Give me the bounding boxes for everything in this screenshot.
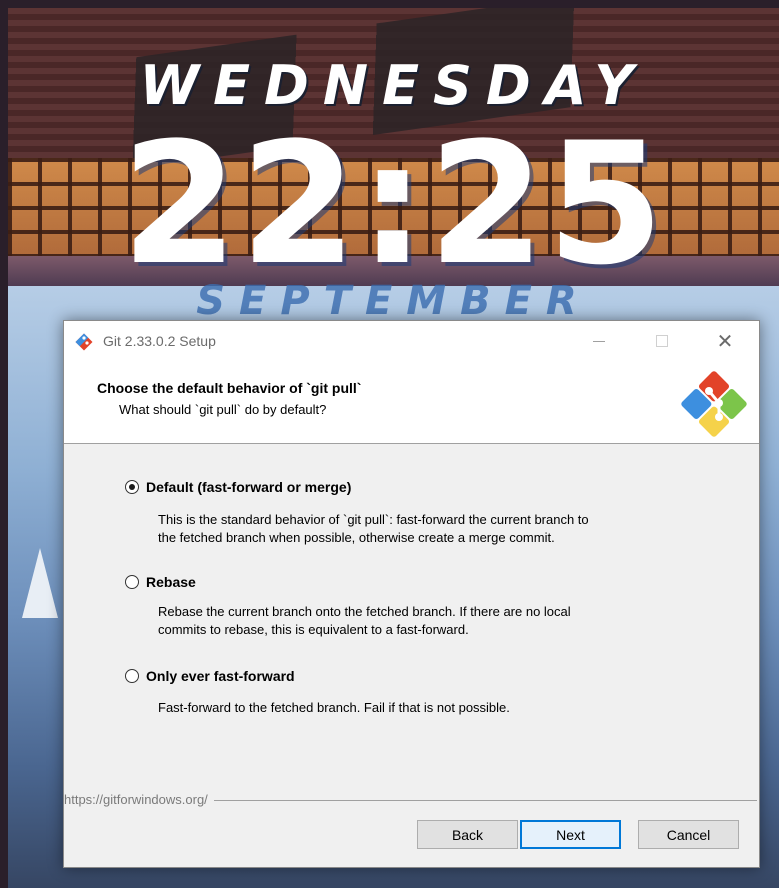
maximize-button[interactable]: [639, 321, 685, 361]
page-subtitle: What should `git pull` do by default?: [119, 402, 327, 417]
clock-time: 22:25: [121, 106, 666, 302]
option-rebase-label[interactable]: Rebase: [146, 574, 196, 590]
option-rebase-desc-line: Rebase the current branch onto the fetch…: [158, 604, 571, 619]
option-fast-forward-only-desc-line: Fast-forward to the fetched branch. Fail…: [158, 700, 510, 715]
close-icon: ✕: [716, 330, 734, 353]
git-icon: [75, 333, 93, 351]
radio-rebase[interactable]: [125, 575, 139, 589]
option-default-desc-line: the fetched branch when possible, otherw…: [158, 530, 555, 545]
dialog-titlebar[interactable]: Git 2.33.0.2 Setup ✕: [64, 321, 759, 361]
gitforwindows-link[interactable]: https://gitforwindows.org/: [64, 792, 214, 807]
git-logo-icon: [681, 371, 747, 437]
page-title: Choose the default behavior of `git pull…: [97, 380, 362, 396]
clock-month: SEPTEMBER: [196, 278, 591, 324]
setup-dialog: Git 2.33.0.2 Setup ✕ Choose the default …: [63, 320, 760, 868]
option-rebase-description: Rebase the current branch onto the fetch…: [158, 603, 718, 639]
minimize-icon: [593, 340, 605, 342]
wallpaper-sailboat: [22, 548, 58, 618]
close-button[interactable]: ✕: [702, 321, 748, 361]
window-title: Git 2.33.0.2 Setup: [103, 333, 216, 349]
option-rebase-desc-line: commits to rebase, this is equivalent to…: [158, 622, 469, 637]
option-fast-forward-only-label[interactable]: Only ever fast-forward: [146, 668, 295, 684]
option-default-desc-line: This is the standard behavior of `git pu…: [158, 512, 589, 527]
option-default-description: This is the standard behavior of `git pu…: [158, 511, 718, 547]
maximize-icon: [656, 335, 668, 347]
radio-default[interactable]: [125, 480, 139, 494]
radio-fast-forward-only[interactable]: [125, 669, 139, 683]
next-button[interactable]: Next: [520, 820, 621, 849]
option-default-label[interactable]: Default (fast-forward or merge): [146, 479, 351, 495]
back-button[interactable]: Back: [417, 820, 518, 849]
option-fast-forward-only-description: Fast-forward to the fetched branch. Fail…: [158, 699, 718, 717]
minimize-button[interactable]: [576, 321, 622, 361]
wizard-header: Choose the default behavior of `git pull…: [64, 361, 759, 444]
cancel-button[interactable]: Cancel: [638, 820, 739, 849]
